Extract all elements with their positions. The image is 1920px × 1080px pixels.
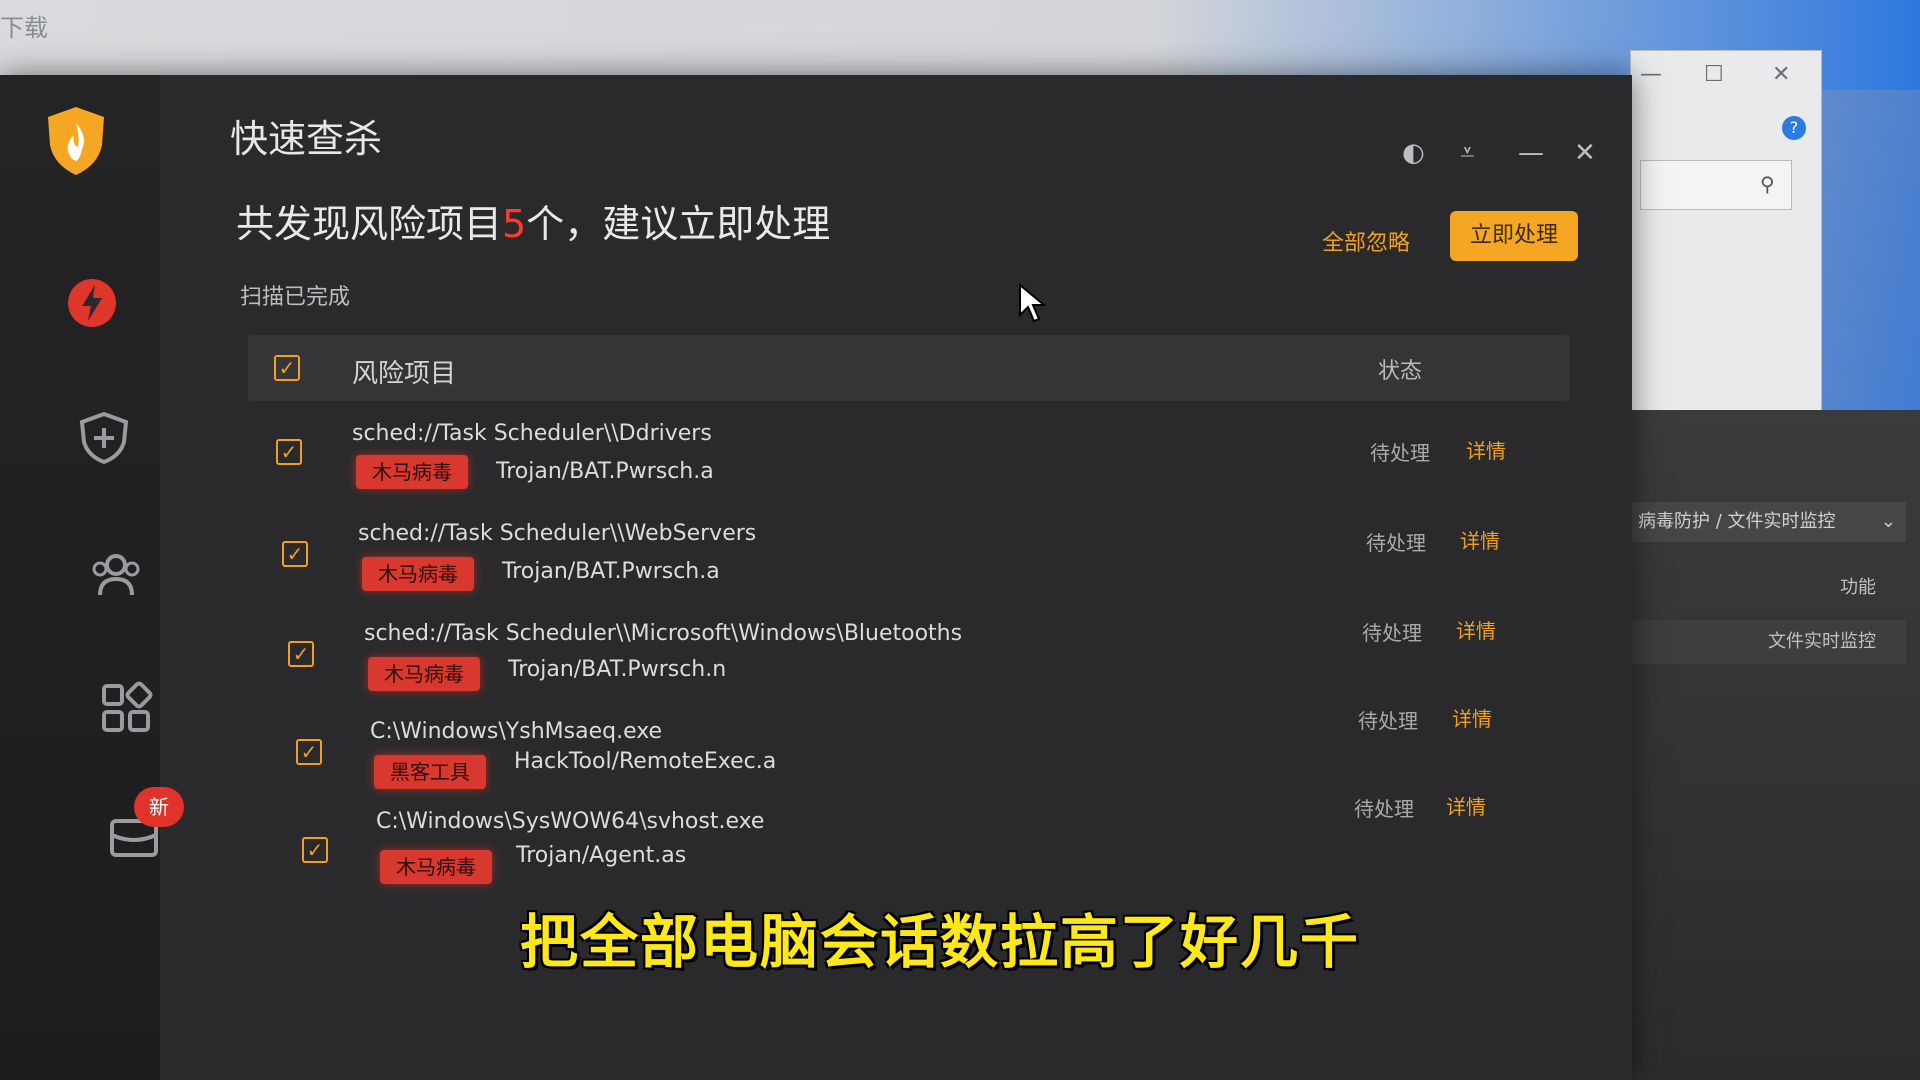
search-icon[interactable]: ⚲: [1760, 172, 1775, 196]
process-now-button[interactable]: 立即处理: [1450, 211, 1578, 261]
row-status: 待处理: [1354, 797, 1414, 821]
minimize-icon[interactable]: —: [1518, 138, 1544, 168]
risk-item-path: C:\Windows\SysWOW64\svhost.exe: [376, 809, 765, 834]
menu-dropdown-icon[interactable]: ⩡: [1460, 138, 1475, 169]
risk-item-path: C:\Windows\YshMsaeq.exe: [370, 719, 663, 744]
threat-type-tag: 木马病毒: [362, 557, 474, 591]
bg-panel-row: 功能: [1840, 577, 1876, 598]
row-checkbox[interactable]: ✓: [288, 641, 314, 667]
shield-plus-nav-icon[interactable]: [76, 410, 132, 466]
help-icon[interactable]: ?: [1782, 116, 1806, 140]
column-risk-item: 风险项目: [352, 359, 457, 389]
risk-item-path: sched://Task Scheduler\\Ddrivers: [352, 421, 712, 446]
row-checkbox[interactable]: ✓: [276, 439, 302, 465]
row-status: 待处理: [1366, 531, 1426, 555]
background-tab-label: 下载: [0, 14, 48, 42]
quick-scan-nav-icon[interactable]: [64, 275, 120, 331]
chevron-down-icon: ⌄: [1880, 511, 1896, 532]
table-header: ✓ 风险项目 状态: [248, 335, 1570, 401]
details-link[interactable]: 详情: [1456, 615, 1496, 644]
threat-name: Trojan/BAT.Pwrsch.a: [496, 459, 714, 484]
threat-name: Trojan/Agent.as: [516, 843, 687, 868]
sidebar: [0, 75, 160, 1080]
scan-status-text: 扫描已完成: [240, 285, 351, 310]
new-badge: 新: [134, 787, 184, 827]
page-title: 快速查杀: [230, 117, 383, 161]
threat-name: Trojan/BAT.Pwrsch.n: [508, 657, 727, 682]
summary-suffix: 个，建议立即处理: [526, 202, 831, 246]
threat-type-tag: 木马病毒: [368, 657, 480, 691]
threat-type-tag: 黑客工具: [374, 755, 486, 789]
row-status: 待处理: [1358, 709, 1418, 733]
select-all-checkbox[interactable]: ✓: [274, 355, 300, 381]
ignore-all-button[interactable]: 全部忽略: [1322, 225, 1410, 257]
details-link[interactable]: 详情: [1446, 791, 1486, 820]
apps-grid-nav-icon[interactable]: [98, 680, 154, 736]
bg-close-icon[interactable]: ✕: [1772, 62, 1790, 87]
row-checkbox[interactable]: ✓: [296, 739, 322, 765]
close-icon[interactable]: ✕: [1574, 138, 1596, 168]
theme-toggle-icon[interactable]: ◐: [1402, 138, 1425, 168]
bg-maximize-icon[interactable]: ☐: [1704, 62, 1724, 87]
summary-prefix: 共发现风险项目: [236, 202, 503, 246]
users-nav-icon[interactable]: [88, 547, 144, 603]
mouse-cursor-icon: [1019, 283, 1046, 323]
details-link[interactable]: 详情: [1460, 525, 1500, 554]
threat-name: HackTool/RemoteExec.a: [514, 749, 777, 774]
background-explorer-window: [1630, 50, 1822, 412]
row-status: 待处理: [1370, 441, 1430, 465]
details-link[interactable]: 详情: [1466, 435, 1506, 464]
bg-category-dropdown[interactable]: 病毒防护 / 文件实时监控 ⌄: [1626, 502, 1906, 542]
threat-name: Trojan/BAT.Pwrsch.a: [502, 559, 720, 584]
threat-type-tag: 木马病毒: [356, 455, 468, 489]
bg-panel-row[interactable]: 文件实时监控: [1626, 620, 1906, 664]
risk-summary: 共发现风险项目5个，建议立即处理: [236, 193, 830, 248]
bg-dropdown-label: 病毒防护 / 文件实时监控: [1638, 511, 1836, 532]
column-status: 状态: [1378, 359, 1423, 384]
video-subtitle: 把全部电脑会话数拉高了好几千: [520, 908, 1361, 976]
risk-item-path: sched://Task Scheduler\\WebServers: [358, 521, 757, 546]
risk-count: 5: [502, 202, 527, 246]
details-link[interactable]: 详情: [1452, 703, 1492, 732]
row-status: 待处理: [1362, 621, 1422, 645]
shield-logo-icon: [48, 107, 104, 175]
threat-type-tag: 木马病毒: [380, 850, 492, 884]
risk-item-path: sched://Task Scheduler\\Microsoft\Window…: [364, 621, 963, 646]
row-checkbox[interactable]: ✓: [282, 541, 308, 567]
bg-minimize-icon[interactable]: —: [1640, 62, 1662, 87]
row-checkbox[interactable]: ✓: [302, 837, 328, 863]
